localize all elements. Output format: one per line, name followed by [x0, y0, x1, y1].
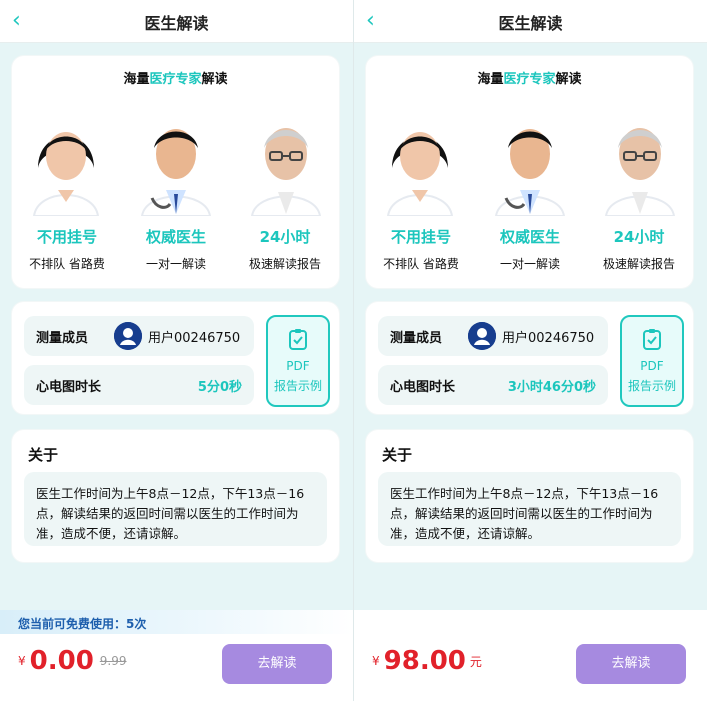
- purchase-bar: 您当前可免费使用：5次 ¥0.00 9.99 去解读: [0, 610, 353, 701]
- about-title: 关于: [28, 446, 59, 464]
- feature-1: 不用挂号 不排队 省路费: [12, 226, 122, 272]
- feature-subtitle: 一对一解读: [499, 257, 560, 271]
- about-card: 关于 医生工作时间为上午8点－12点，下午13点－16点，解读结果的返回时间需以…: [12, 430, 339, 562]
- price-amount: 98.00: [383, 646, 466, 676]
- ecg-duration-row: 心电图时长 3小时46分0秒: [378, 365, 608, 405]
- username: 用户00246750: [502, 331, 595, 346]
- screens: ‹ 医生解读 海量医疗专家解读 不用挂号 不排队 省路费 权威医生 一对一解读 …: [0, 0, 707, 701]
- about-card: 关于 医生工作时间为上午8点－12点，下午13点－16点，解读结果的返回时间需以…: [366, 430, 693, 562]
- intro-card: 海量医疗专家解读 不用挂号 不排队 省路费 权威医生 一对一解读 24小时 极速…: [366, 56, 693, 288]
- intro-card: 海量医疗专家解读 不用挂号 不排队 省路费 权威医生 一对一解读 24小时 极速…: [12, 56, 339, 288]
- about-text: 医生工作时间为上午8点－12点，下午13点－16点，解读结果的返回时间需以医生的…: [36, 486, 305, 541]
- user-avatar-icon: [468, 322, 496, 350]
- feature-subtitle: 一对一解读: [145, 257, 206, 271]
- intro-heading: 海量医疗专家解读: [366, 68, 693, 87]
- report-sample-label: 报告示例: [273, 379, 322, 393]
- heading-accent: 医疗专家: [149, 72, 202, 87]
- feature-subtitle: 极速解读报告: [602, 257, 675, 271]
- feature-2: 权威医生 一对一解读: [121, 226, 231, 272]
- doctor-portraits: [366, 96, 693, 216]
- pdf-sample-button[interactable]: PDF 报告示例: [620, 315, 684, 407]
- heading-pre: 海量: [123, 72, 150, 87]
- feature-title: 24小时: [613, 228, 665, 246]
- feature-subtitle: 不排队 省路费: [383, 257, 459, 271]
- female-doctor-portrait: [374, 96, 466, 216]
- feature-title: 不用挂号: [36, 228, 97, 246]
- feature-3: 24小时 极速解读报告: [584, 226, 694, 272]
- heading-accent: 医疗专家: [503, 72, 556, 87]
- female-doctor-portrait: [20, 96, 112, 216]
- feature-title: 不用挂号: [390, 228, 451, 246]
- senior-doctor-portrait: [594, 96, 686, 216]
- member-row[interactable]: 测量成员 用户00246750: [24, 316, 254, 356]
- ecg-duration-label: 心电图时长: [36, 380, 102, 395]
- pane-left: ‹ 医生解读 海量医疗专家解读 不用挂号 不排队 省路费 权威医生 一对一解读 …: [0, 0, 353, 701]
- heading-post: 解读: [555, 72, 582, 87]
- purchase-bar: ¥98.00 元 去解读: [354, 610, 707, 701]
- feature-1: 不用挂号 不排队 省路费: [366, 226, 476, 272]
- info-card: 测量成员 用户00246750 心电图时长 5分0秒 PDF 报告示例: [12, 302, 339, 414]
- header: ‹ 医生解读: [354, 0, 707, 43]
- about-box: 医生工作时间为上午8点－12点，下午13点－16点，解读结果的返回时间需以医生的…: [24, 472, 327, 546]
- free-uses-banner: 您当前可免费使用：5次: [0, 610, 353, 634]
- heading-pre: 海量: [477, 72, 504, 87]
- price-unit: 元: [469, 654, 482, 669]
- original-price: 9.99: [99, 654, 127, 668]
- report-sample-label: 报告示例: [627, 379, 676, 393]
- heading-post: 解读: [201, 72, 228, 87]
- clipboard-check-icon: [643, 329, 661, 350]
- free-uses-text: 您当前可免费使用：5次: [18, 617, 147, 631]
- feature-2: 权威医生 一对一解读: [475, 226, 585, 272]
- male-doctor-portrait: [130, 96, 222, 216]
- feature-title: 权威医生: [145, 228, 206, 246]
- about-text: 医生工作时间为上午8点－12点，下午13点－16点，解读结果的返回时间需以医生的…: [390, 486, 659, 541]
- male-doctor-portrait: [484, 96, 576, 216]
- interpret-button[interactable]: 去解读: [222, 644, 332, 684]
- interpret-button[interactable]: 去解读: [576, 644, 686, 684]
- senior-doctor-portrait: [240, 96, 332, 216]
- username: 用户00246750: [148, 331, 241, 346]
- user-avatar-icon: [114, 322, 142, 350]
- doctor-portraits: [12, 96, 339, 216]
- pane-right: ‹ 医生解读 海量医疗专家解读 不用挂号 不排队 省路费 权威医生 一对一解读 …: [353, 0, 707, 701]
- page-title: 医生解读: [144, 14, 209, 33]
- feature-title: 权威医生: [499, 228, 560, 246]
- price-display: ¥0.00 9.99: [18, 646, 127, 686]
- price-amount: 0.00: [29, 646, 94, 676]
- ecg-duration-label: 心电图时长: [390, 380, 456, 395]
- feature-subtitle: 不排队 省路费: [29, 257, 105, 271]
- currency-symbol: ¥: [372, 654, 380, 668]
- header: ‹ 医生解读: [0, 0, 353, 43]
- ecg-duration-row: 心电图时长 5分0秒: [24, 365, 254, 405]
- member-row[interactable]: 测量成员 用户00246750: [378, 316, 608, 356]
- clipboard-check-icon: [289, 329, 307, 350]
- member-label: 测量成员: [390, 331, 443, 346]
- intro-heading: 海量医疗专家解读: [12, 68, 339, 87]
- feature-subtitle: 极速解读报告: [248, 257, 321, 271]
- pdf-label: PDF: [286, 359, 310, 373]
- about-title: 关于: [382, 446, 413, 464]
- pdf-sample-button[interactable]: PDF 报告示例: [266, 315, 330, 407]
- ecg-duration-value: 3小时46分0秒: [507, 380, 596, 395]
- feature-title: 24小时: [259, 228, 311, 246]
- currency-symbol: ¥: [18, 654, 26, 668]
- ecg-duration-value: 5分0秒: [197, 380, 242, 395]
- page-title: 医生解读: [498, 14, 563, 33]
- price-display: ¥98.00 元: [372, 646, 482, 686]
- info-card: 测量成员 用户00246750 心电图时长 3小时46分0秒 PDF 报告示例: [366, 302, 693, 414]
- feature-3: 24小时 极速解读报告: [230, 226, 340, 272]
- about-box: 医生工作时间为上午8点－12点，下午13点－16点，解读结果的返回时间需以医生的…: [378, 472, 681, 546]
- member-label: 测量成员: [36, 331, 89, 346]
- pdf-label: PDF: [640, 359, 664, 373]
